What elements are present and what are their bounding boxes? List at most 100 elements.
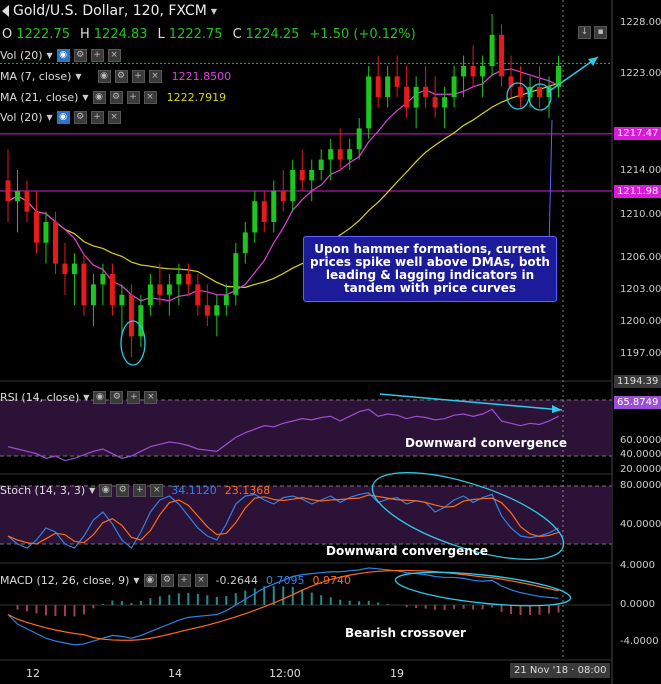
- plus-icon[interactable]: +: [177, 574, 191, 587]
- plus-icon[interactable]: +: [127, 391, 141, 404]
- symbol-header[interactable]: Gold/U.S. Dollar, 120, FXCM ▼: [2, 3, 217, 19]
- candle-body: [413, 86, 419, 108]
- candle-body: [271, 190, 277, 222]
- low-label: L: [157, 27, 165, 42]
- maximize-icon[interactable]: ▪: [594, 26, 607, 39]
- eye-icon[interactable]: ◉: [99, 484, 113, 497]
- close-icon[interactable]: ×: [148, 70, 162, 83]
- candle-body: [394, 76, 400, 87]
- vol-top-legend[interactable]: Vol (20) ▼ ◉ ⚙ + ×: [0, 49, 121, 62]
- close-icon[interactable]: ×: [143, 91, 157, 104]
- macd-caption: Bearish crossover: [345, 626, 466, 640]
- candle-body: [109, 274, 115, 306]
- chevron-down-icon[interactable]: ▼: [75, 72, 81, 81]
- candle-body: [223, 294, 229, 306]
- macd-tick: 0.0000: [620, 599, 655, 610]
- vol-bottom-label[interactable]: Vol (20): [0, 111, 43, 124]
- candle-body: [33, 211, 39, 243]
- candle-body: [432, 97, 438, 108]
- macd-legend[interactable]: MACD (12, 26, close, 9) ▼ ◉ ⚙ + × -0.2644 0.…: [0, 574, 351, 587]
- collapse-icon[interactable]: [2, 5, 9, 17]
- gear-icon[interactable]: ⚙: [73, 49, 87, 62]
- rsi-caption: Downward convergence: [405, 436, 568, 450]
- stoch-d-value: 23.1368: [224, 484, 271, 497]
- macd-label[interactable]: MACD (12, 26, close, 9): [0, 574, 129, 587]
- candle-body: [214, 305, 220, 316]
- low-value: 1222.75: [168, 27, 223, 42]
- symbol-title[interactable]: Gold/U.S. Dollar, 120, FXCM: [13, 3, 207, 19]
- plus-icon[interactable]: +: [133, 484, 147, 497]
- candle-body: [366, 76, 372, 129]
- chevron-down-icon[interactable]: ▼: [47, 51, 53, 60]
- rsi-legend[interactable]: RSI (14, close) ▼ ◉ ⚙ + ×: [0, 391, 158, 404]
- gear-icon[interactable]: ⚙: [73, 111, 87, 124]
- ma7-legend[interactable]: MA (7, close) ▼ ◉ ⚙ + × 1221.8500: [0, 70, 231, 83]
- price-tick: 1228.00: [620, 17, 661, 28]
- candle-body: [404, 86, 410, 108]
- ma21-label[interactable]: MA (21, close): [0, 91, 78, 104]
- eye-icon[interactable]: ◉: [143, 574, 157, 587]
- price-tick: 1200.00: [620, 316, 661, 327]
- candle-body: [24, 190, 30, 212]
- candle-body: [499, 34, 505, 77]
- candle-body: [233, 253, 239, 295]
- eye-icon[interactable]: ◉: [93, 391, 107, 404]
- gear-icon[interactable]: ⚙: [160, 574, 174, 587]
- gear-icon[interactable]: ⚙: [116, 484, 130, 497]
- vol-top-label[interactable]: Vol (20): [0, 49, 43, 62]
- candle-body: [157, 284, 163, 295]
- chevron-down-icon[interactable]: ▼: [133, 576, 139, 585]
- candle-body: [375, 76, 381, 98]
- plus-icon[interactable]: +: [126, 91, 140, 104]
- close-label: C: [232, 27, 242, 42]
- close-icon[interactable]: ×: [107, 49, 121, 62]
- candle-body: [43, 222, 49, 243]
- chevron-down-icon[interactable]: ▼: [211, 7, 217, 16]
- candle-body: [461, 66, 467, 77]
- candle-body: [71, 263, 77, 274]
- vol-bottom-legend[interactable]: Vol (20) ▼ ◉ ⚙ + ×: [0, 111, 121, 124]
- eye-icon[interactable]: ◉: [56, 111, 70, 124]
- stoch-tick: 40.0000: [620, 519, 661, 530]
- rsi-value-tag: 65.8749: [614, 396, 661, 409]
- ma21-legend[interactable]: MA (21, close) ▼ ◉ ⚙ + × 1222.7919: [0, 91, 226, 104]
- chevron-down-icon[interactable]: ▼: [89, 486, 95, 495]
- level-tag-lower: 1211.98: [614, 185, 661, 198]
- plus-icon[interactable]: +: [90, 111, 104, 124]
- candle-body: [166, 284, 172, 295]
- stoch-label[interactable]: Stoch (14, 3, 3): [0, 484, 85, 497]
- gear-icon[interactable]: ⚙: [109, 91, 123, 104]
- gear-icon[interactable]: ⚙: [114, 70, 128, 83]
- ohlc-readout: O 1222.75 H 1224.83 L 1222.75 C 1224.25 +1.5…: [2, 27, 416, 42]
- candle-body: [451, 76, 457, 98]
- eye-icon[interactable]: ◉: [92, 91, 106, 104]
- chevron-down-icon[interactable]: ▼: [83, 393, 89, 402]
- gear-icon[interactable]: ⚙: [110, 391, 124, 404]
- chevron-down-icon[interactable]: ▼: [47, 113, 53, 122]
- annotation-text: Upon hammer formations, current prices s…: [310, 242, 550, 295]
- high-value: 1224.83: [93, 27, 148, 42]
- arrow-down-icon[interactable]: ↓: [578, 26, 591, 39]
- time-tick: 19: [390, 667, 404, 680]
- close-icon[interactable]: ×: [150, 484, 164, 497]
- ma21-value: 1222.7919: [166, 91, 227, 104]
- level-tag-upper: 1217.47: [614, 127, 661, 140]
- candle-body: [100, 274, 106, 285]
- ma7-label[interactable]: MA (7, close): [0, 70, 71, 83]
- macd-hist-value: -0.2644: [215, 574, 258, 587]
- pane-controls[interactable]: ↓ ▪: [578, 26, 607, 39]
- plus-icon[interactable]: +: [90, 49, 104, 62]
- eye-icon[interactable]: ◉: [56, 49, 70, 62]
- stoch-legend[interactable]: Stoch (14, 3, 3) ▼ ◉ ⚙ + × 34.1120 23.1368: [0, 484, 270, 497]
- close-icon[interactable]: ×: [194, 574, 208, 587]
- plus-icon[interactable]: +: [131, 70, 145, 83]
- eye-icon[interactable]: ◉: [97, 70, 111, 83]
- close-icon[interactable]: ×: [144, 391, 158, 404]
- macd-tick: 4.0000: [620, 560, 655, 571]
- candle-body: [128, 294, 134, 337]
- chevron-down-icon[interactable]: ▼: [82, 93, 88, 102]
- candle-body: [52, 222, 58, 264]
- time-tick: 12: [26, 667, 40, 680]
- close-icon[interactable]: ×: [107, 111, 121, 124]
- rsi-label[interactable]: RSI (14, close): [0, 391, 79, 404]
